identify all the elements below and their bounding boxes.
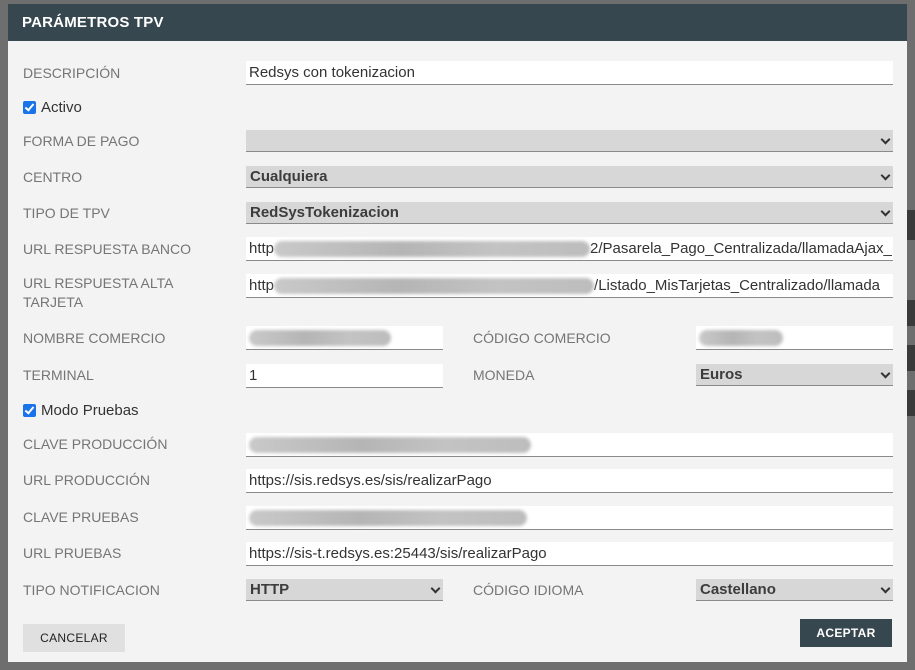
moneda-label: MONEDA — [473, 367, 535, 383]
backdrop-strip — [907, 345, 915, 371]
tipo-notificacion-label: TIPO NOTIFICACION — [23, 582, 160, 598]
url-respuesta-banco-prefix: http — [249, 240, 275, 257]
chevron-down-icon — [880, 583, 891, 594]
tipo-tpv-label: TIPO DE TPV — [23, 205, 110, 221]
forma-pago-select[interactable] — [246, 130, 893, 152]
redacted-text — [274, 241, 591, 258]
redacted-text — [699, 330, 783, 347]
modo-pruebas-checkbox[interactable] — [23, 404, 36, 417]
dialog-header: PARÁMETROS TPV — [8, 4, 907, 41]
url-respuesta-alta-label-2: TARJETA — [23, 294, 84, 310]
forma-pago-label: FORMA DE PAGO — [23, 133, 140, 149]
tipo-notificacion-select[interactable]: HTTP — [246, 579, 443, 601]
chevron-down-icon — [880, 170, 891, 181]
chevron-down-icon — [880, 368, 891, 379]
activo-checkbox[interactable] — [23, 101, 36, 114]
url-respuesta-banco-label: URL RESPUESTA BANCO — [23, 241, 192, 257]
clave-produccion-label: CLAVE PRODUCCIÓN — [23, 436, 168, 452]
codigo-comercio-label: CÓDIGO COMERCIO — [473, 330, 611, 346]
backdrop-strip — [907, 210, 915, 240]
clave-pruebas-label: CLAVE PRUEBAS — [23, 509, 139, 525]
chevron-down-icon — [880, 206, 891, 217]
cancel-button[interactable]: CANCELAR — [23, 624, 125, 652]
redacted-text — [249, 510, 527, 527]
clave-pruebas-input[interactable] — [246, 506, 893, 530]
tipo-tpv-value: RedSysTokenizacion — [250, 204, 399, 221]
activo-checkbox-row[interactable]: Activo — [23, 99, 82, 116]
clave-produccion-input[interactable] — [246, 433, 893, 457]
url-respuesta-banco-suffix: 2/Pasarela_Pago_Centralizada/llamadaAjax… — [590, 240, 892, 257]
redacted-text — [274, 278, 595, 295]
terminal-input[interactable]: 1 — [246, 364, 443, 388]
url-respuesta-alta-suffix: /Listado_MisTarjetas_Centralizado/llamad… — [594, 277, 881, 294]
accept-button[interactable]: ACEPTAR — [800, 619, 892, 647]
nombre-comercio-input[interactable] — [246, 326, 443, 350]
nombre-comercio-label: NOMBRE COMERCIO — [23, 330, 166, 346]
centro-value: Cualquiera — [250, 168, 328, 185]
tipo-notificacion-value: HTTP — [250, 581, 290, 598]
url-respuesta-alta-label-1: URL RESPUESTA ALTA — [23, 275, 174, 291]
backdrop-strip — [907, 300, 915, 326]
descripcion-label: DESCRIPCIÓN — [23, 65, 121, 81]
redacted-text — [249, 437, 531, 454]
codigo-idioma-label: CÓDIGO IDIOMA — [473, 582, 584, 598]
codigo-idioma-select[interactable]: Castellano — [696, 579, 893, 601]
modo-pruebas-label: Modo Pruebas — [41, 402, 139, 419]
moneda-value: Euros — [700, 366, 743, 383]
tpv-parameters-dialog: PARÁMETROS TPV DESCRIPCIÓN Redsys con to… — [8, 4, 907, 662]
centro-label: CENTRO — [23, 169, 83, 185]
url-pruebas-label: URL PRUEBAS — [23, 545, 122, 561]
dialog-title: PARÁMETROS TPV — [22, 14, 164, 31]
redacted-text — [249, 330, 391, 347]
activo-label: Activo — [41, 99, 82, 116]
moneda-select[interactable]: Euros — [696, 364, 893, 386]
descripcion-input[interactable]: Redsys con tokenizacion — [246, 61, 893, 85]
codigo-idioma-value: Castellano — [700, 581, 776, 598]
centro-select[interactable]: Cualquiera — [246, 166, 893, 188]
url-pruebas-input[interactable]: https://sis-t.redsys.es:25443/sis/realiz… — [246, 542, 893, 566]
url-respuesta-alta-input[interactable]: http/Listado_MisTarjetas_Centralizado/ll… — [246, 274, 893, 298]
url-respuesta-alta-prefix: http — [249, 277, 275, 294]
url-respuesta-banco-input[interactable]: http 2/Pasarela_Pago_Centralizada/llamada… — [246, 237, 893, 261]
url-produccion-input[interactable]: https://sis.redsys.es/sis/realizarPago — [246, 469, 893, 493]
modo-pruebas-checkbox-row[interactable]: Modo Pruebas — [23, 402, 139, 419]
chevron-down-icon — [880, 134, 891, 145]
url-produccion-label: URL PRODUCCIÓN — [23, 472, 151, 488]
tipo-tpv-select[interactable]: RedSysTokenizacion — [246, 202, 893, 224]
codigo-comercio-input[interactable] — [696, 326, 893, 350]
terminal-label: TERMINAL — [23, 367, 94, 383]
chevron-down-icon — [430, 583, 441, 594]
backdrop-strip — [907, 390, 915, 416]
